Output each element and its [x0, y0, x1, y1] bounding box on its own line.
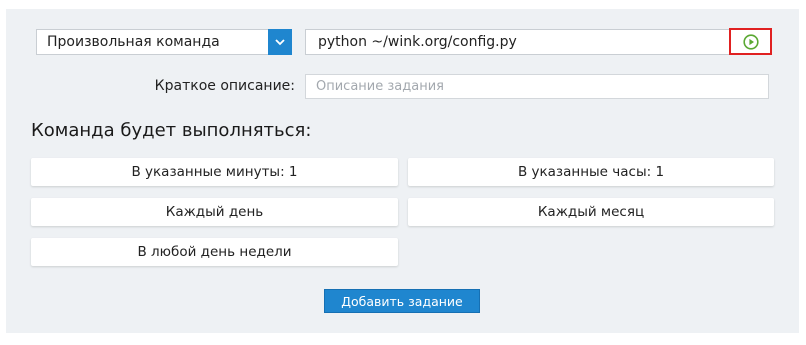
description-input[interactable]: Описание задания — [305, 74, 769, 99]
command-type-dropdown-button[interactable] — [268, 29, 292, 55]
play-circle-icon — [742, 33, 759, 50]
add-task-button[interactable]: Добавить задание — [324, 289, 480, 313]
schedule-hours-button[interactable]: В указанные часы: 1 — [408, 158, 774, 186]
schedule-weekday-button[interactable]: В любой день недели — [31, 238, 398, 266]
command-type-select[interactable]: Произвольная команда — [36, 29, 292, 55]
description-label: Краткое описание: — [154, 78, 295, 94]
schedule-minutes-button[interactable]: В указанные минуты: 1 — [31, 158, 398, 186]
command-input[interactable]: python ~/wink.org/config.py — [305, 29, 772, 55]
command-type-value: Произвольная команда — [47, 34, 220, 50]
schedule-heading: Команда будет выполняться: — [31, 120, 312, 141]
chevron-down-icon — [275, 38, 285, 45]
schedule-monthly-button[interactable]: Каждый месяц — [408, 198, 774, 226]
run-command-button[interactable] — [729, 28, 772, 55]
command-input-value: python ~/wink.org/config.py — [318, 34, 517, 50]
description-placeholder: Описание задания — [316, 79, 444, 94]
schedule-daily-button[interactable]: Каждый день — [31, 198, 398, 226]
